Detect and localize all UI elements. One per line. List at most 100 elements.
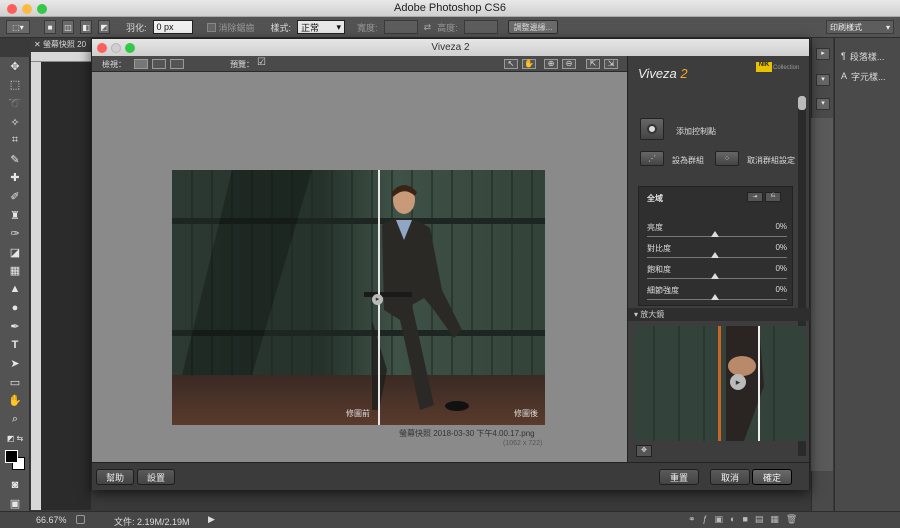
quick-mask-icon[interactable]: ◙ [0,475,30,494]
shape-tool-icon[interactable]: ▭ [0,373,30,392]
lasso-tool-icon[interactable]: ➰ [0,94,30,113]
arrow-tool-icon[interactable]: ↖ [504,59,518,69]
panel-collapse-icon[interactable]: ▸ [816,48,830,60]
hand-tool-icon[interactable]: ✋ [0,392,30,411]
history-brush-tool-icon[interactable]: ✑ [0,224,30,243]
foreground-color-swatch[interactable] [5,450,18,464]
gradient-tool-icon[interactable]: ▦ [0,262,30,281]
split-handle-icon[interactable]: ▸ [372,294,383,305]
zoom-tool-icon[interactable]: ⌕ [0,410,30,429]
panel-scrollbar[interactable] [811,118,833,471]
refine-edge-button[interactable]: 調整邊緣... [507,20,559,34]
split-view-icon[interactable] [152,59,166,69]
close-window-icon[interactable] [7,4,17,14]
document-tab[interactable]: ✕ 螢幕快照 20 [31,38,95,52]
preview-canvas[interactable]: ▸ 修圖前 修圖後 螢幕快照 2018-03-30 下午4.00.17.png … [92,72,627,462]
ungroup-label[interactable]: 取消群組設定 [747,155,795,166]
add-control-point-label[interactable]: 添加控制點 [676,126,716,137]
marquee-preset-icon[interactable]: ⬚▾ [6,20,30,34]
panel-menu-icon[interactable]: ▾ [816,98,830,110]
loupe-header[interactable]: ▾ 放大鏡 [628,308,810,321]
view-label: 檢視： [102,60,126,69]
reset-global-icon[interactable]: ⎌ [765,192,781,202]
eyedropper-tool-icon[interactable]: ✎ [0,150,30,169]
side-by-side-view-icon[interactable] [170,59,184,69]
slider-handle-icon[interactable] [711,231,719,237]
dodge-tool-icon[interactable]: ● [0,299,30,318]
zoom-level[interactable]: 66.67% [36,515,67,525]
maximize-window-icon[interactable] [125,43,135,53]
actual-pixels-icon[interactable]: ⇲ [604,59,618,69]
blur-tool-icon[interactable]: ▲ [0,280,30,299]
reset-button[interactable]: 重置 [659,469,699,485]
status-menu-arrow-icon[interactable]: ▶ [208,514,215,525]
pen-tool-icon[interactable]: ✒ [0,317,30,336]
path-selection-tool-icon[interactable]: ➤ [0,355,30,374]
swap-icon[interactable]: ⇄ [424,22,432,33]
before-label: 修圖前 [346,409,370,418]
move-tool-icon[interactable]: ✥ [0,57,30,76]
app-title: Adobe Photoshop CS6 [394,2,506,14]
workspace-select[interactable]: 印刷樣式 ▾ [826,20,894,34]
healing-brush-tool-icon[interactable]: ✚ [0,169,30,188]
maximize-window-icon[interactable] [37,4,47,14]
style-select[interactable]: 正常 ▾ [297,20,346,34]
saturation-slider[interactable]: 飽和度 0% [647,264,787,285]
structure-slider[interactable]: 細節強度 0% [647,285,787,306]
eraser-tool-icon[interactable]: ◪ [0,243,30,262]
ungroup-icon[interactable]: ⁘ [715,151,739,166]
panel-menu-icon[interactable]: ▾ [816,74,830,86]
character-styles-item[interactable]: A 字元樣... [835,66,900,86]
type-tool-icon[interactable]: T [0,336,30,355]
scrollbar-thumb[interactable] [798,96,806,110]
export-icon[interactable] [76,515,85,524]
layer-actions-icons[interactable]: ⚭ƒ▣◐■▤▦🗑 [688,514,804,525]
settings-button[interactable]: 設置 [137,469,175,485]
copy-settings-icon[interactable]: ⇥ [747,192,763,202]
fit-screen-icon[interactable]: ⇱ [586,59,600,69]
antialias-checkbox[interactable]: 消除鋸齒 [206,21,255,34]
zoom-out-icon[interactable]: ⊖ [562,59,576,69]
group-label[interactable]: 設為群組 [672,155,704,166]
minimize-window-icon[interactable] [22,4,32,14]
add-control-point-button[interactable] [640,118,664,140]
brush-tool-icon[interactable]: ✐ [0,187,30,206]
hand-tool-icon[interactable]: ✋ [522,59,536,69]
zoom-in-icon[interactable]: ⊕ [544,59,558,69]
width-input[interactable] [383,20,418,34]
feather-input[interactable]: 0 px [152,20,193,34]
magic-wand-tool-icon[interactable]: ✧ [0,113,30,132]
single-view-icon[interactable] [134,59,148,69]
slider-handle-icon[interactable] [711,294,719,300]
global-adjustments: 全域 ⇥ ⎌ 亮度 0% 對比度 0% 飽和度 0% 細節強度 0% [638,186,793,306]
ok-button[interactable]: 確定 [752,469,792,485]
preview-checkbox-icon[interactable]: ☑ [257,57,266,68]
clone-stamp-tool-icon[interactable]: ♜ [0,206,30,225]
slider-label: 飽和度 [647,265,671,274]
brightness-slider[interactable]: 亮度 0% [647,222,787,243]
document-canvas[interactable] [41,62,91,510]
swap-colors-icon[interactable]: ◩ ⇆ [0,429,30,448]
subtract-selection-icon[interactable]: ◧ [80,20,92,34]
contrast-slider[interactable]: 對比度 0% [647,243,787,264]
slider-label: 亮度 [647,223,663,232]
slider-handle-icon[interactable] [711,252,719,258]
new-selection-icon[interactable]: ■ [44,20,56,34]
crop-tool-icon[interactable]: ⌗ [0,131,30,150]
loupe-pin-icon[interactable]: ✥ [636,445,652,457]
group-icon[interactable]: ⋰ [640,151,664,166]
cancel-button[interactable]: 取消 [710,469,750,485]
height-input[interactable] [463,20,498,34]
close-tab-icon[interactable]: ✕ [34,40,43,49]
add-selection-icon[interactable]: ◫ [62,20,74,34]
marquee-tool-icon[interactable]: ⬚ [0,76,30,95]
slider-handle-icon[interactable] [711,273,719,279]
screen-mode-icon[interactable]: ▣ [0,494,30,513]
close-window-icon[interactable] [97,43,107,53]
preview-image[interactable]: ▸ 修圖前 修圖後 [172,170,545,425]
loupe-play-icon[interactable]: ▸ [730,374,746,390]
paragraph-styles-item[interactable]: ¶ 段落樣... [835,46,900,66]
intersect-selection-icon[interactable]: ◩ [98,20,110,34]
help-button[interactable]: 幫助 [96,469,134,485]
color-swatches[interactable] [0,447,29,475]
